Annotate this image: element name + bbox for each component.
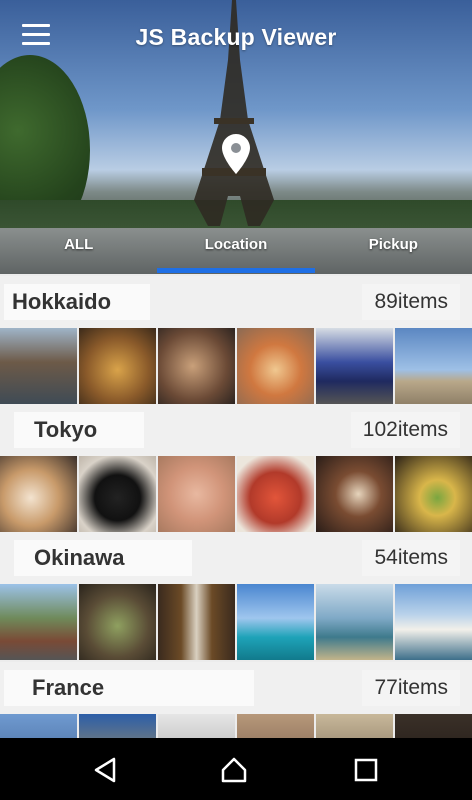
thumbnail-row — [0, 584, 472, 660]
system-navigation-bar — [0, 738, 472, 800]
back-icon[interactable] — [92, 756, 120, 784]
section-header: France 77items — [0, 662, 472, 714]
tab-selected-indicator — [157, 268, 315, 273]
street-shop-photo[interactable] — [0, 584, 77, 660]
location-section-hokkaido[interactable]: Hokkaido 89items — [0, 276, 472, 404]
beer-bottles-photo[interactable] — [158, 584, 235, 660]
building-photo[interactable] — [237, 714, 314, 738]
tab-bar: ALL Location Pickup — [0, 226, 472, 274]
blue-train-photo[interactable] — [316, 328, 393, 404]
section-title: Hokkaido — [4, 284, 150, 320]
section-header: Hokkaido 89items — [0, 276, 472, 328]
christmas-tree-photo[interactable] — [395, 456, 472, 532]
app-title: JS Backup Viewer — [135, 24, 337, 50]
app-bar: JS Backup Viewer — [0, 0, 472, 76]
thumbnail-row — [0, 714, 472, 738]
ocean-bridge-photo[interactable] — [237, 584, 314, 660]
canal-warehouse-photo[interactable] — [0, 328, 77, 404]
coastline-photo[interactable] — [316, 584, 393, 660]
location-pin-icon — [222, 134, 250, 174]
tab-location[interactable]: Location — [157, 226, 314, 274]
statue-photo[interactable] — [158, 714, 235, 738]
section-item-count: 54items — [362, 540, 460, 576]
tab-pickup[interactable]: Pickup — [315, 226, 472, 274]
black-cat-photo[interactable] — [79, 456, 156, 532]
home-icon[interactable] — [220, 756, 248, 784]
thumbnail-row — [0, 456, 472, 532]
coffee-cup-photo[interactable] — [316, 456, 393, 532]
thumbnail-row — [0, 328, 472, 404]
arcade-photo[interactable] — [316, 714, 393, 738]
section-item-count: 102items — [350, 412, 460, 448]
latte-art-photo[interactable] — [0, 456, 77, 532]
signboard-photo[interactable] — [395, 584, 472, 660]
night-photo[interactable] — [395, 714, 472, 738]
seafood-grill-photo[interactable] — [158, 328, 235, 404]
pizza-photo[interactable] — [237, 328, 314, 404]
section-header: Tokyo 102items — [0, 404, 472, 456]
recents-icon[interactable] — [352, 756, 380, 784]
manicured-hands-photo[interactable] — [158, 456, 235, 532]
section-title: France — [4, 670, 254, 706]
street-photo[interactable] — [0, 714, 77, 738]
section-title: Tokyo — [14, 412, 144, 448]
location-section-tokyo[interactable]: Tokyo 102items — [0, 404, 472, 532]
location-section-okinawa[interactable]: Okinawa 54items — [0, 532, 472, 660]
section-title: Okinawa — [14, 540, 192, 576]
ramen-bowl-photo[interactable] — [79, 328, 156, 404]
section-header: Okinawa 54items — [0, 532, 472, 584]
tab-all[interactable]: ALL — [0, 226, 157, 274]
beach-photo[interactable] — [395, 328, 472, 404]
location-section-france[interactable]: France 77items — [0, 662, 472, 738]
section-item-count: 89items — [362, 284, 460, 320]
clock-tower-photo[interactable] — [79, 714, 156, 738]
dinner-table-photo[interactable] — [79, 584, 156, 660]
omelette-rice-photo[interactable] — [237, 456, 314, 532]
section-item-count: 77items — [362, 670, 460, 706]
